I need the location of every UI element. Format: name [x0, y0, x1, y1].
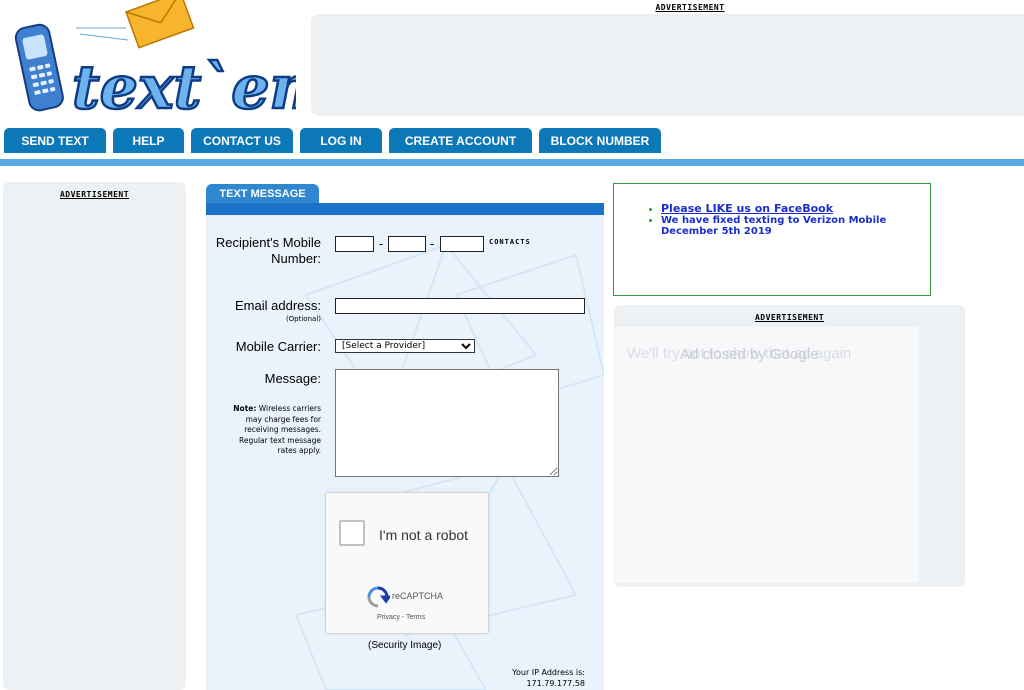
logo-text: text`em	[72, 53, 296, 122]
top-ad-label: ADVERTISEMENT	[655, 3, 725, 12]
nav-create-account[interactable]: CREATE ACCOUNT	[389, 128, 532, 153]
left-ad-label: ADVERTISEMENT	[59, 190, 130, 199]
carrier-select[interactable]: [Select a Provider]	[335, 339, 475, 353]
verizon-fix-text: We have fixed texting to Verizon Mobile …	[661, 215, 887, 237]
recipient-label: Recipient's Mobile Number:	[215, 235, 321, 266]
recaptcha-brand: reCAPTCHA	[392, 591, 444, 601]
area-code-input[interactable]	[335, 236, 374, 252]
carrier-label: Mobile Carrier:	[235, 339, 321, 354]
nav-contact-us[interactable]: CONTACT US	[191, 128, 293, 153]
nav-help[interactable]: HELP	[113, 128, 184, 153]
phone-separator-2: -	[429, 236, 435, 251]
phone-separator-1: -	[378, 236, 384, 251]
site-logo[interactable]: text`em	[6, 0, 334, 124]
security-image-label: (Security Image)	[368, 640, 442, 651]
phone-envelope-logo-icon: text`em	[14, 0, 334, 124]
ad-closed-text: Ad closed by Google	[680, 346, 819, 363]
news-item-verizon: We have fixed texting to Verizon Mobile …	[661, 215, 930, 237]
carrier-fee-note: Note: Wireless carriers may charge fees …	[224, 404, 321, 457]
recaptcha-privacy-terms[interactable]: Privacy - Terms	[377, 614, 425, 621]
news-box: Please LIKE us on FaceBook We have fixed…	[613, 183, 931, 296]
tab-text-message[interactable]: TEXT MESSAGE	[206, 184, 319, 203]
message-textarea[interactable]	[335, 369, 559, 477]
email-optional-note: (Optional)	[285, 315, 321, 323]
nav-log-in[interactable]: LOG IN	[300, 128, 382, 153]
right-ad-label: ADVERTISEMENT	[754, 313, 825, 322]
ip-address-value: 171.79.177.58	[526, 679, 585, 688]
facebook-like-link[interactable]: Please LIKE us on FaceBook	[661, 202, 833, 215]
message-label: Message:	[264, 371, 321, 386]
recaptcha-logo-icon	[367, 586, 390, 608]
top-advertisement[interactable]	[311, 14, 1024, 116]
nav-send-text[interactable]: SEND TEXT	[4, 128, 106, 153]
nav-block-number[interactable]: BLOCK NUMBER	[539, 128, 661, 153]
tab-bar	[206, 203, 604, 215]
ip-address-label: Your IP Address is:	[512, 668, 585, 677]
right-ad-content	[615, 327, 919, 583]
note-bold: Note:	[233, 404, 257, 413]
contacts-link[interactable]: CONTACTS	[489, 238, 531, 246]
news-item-facebook: Please LIKE us on FaceBook	[661, 202, 930, 215]
prefix-input[interactable]	[388, 236, 426, 252]
email-label: Email address:	[235, 298, 321, 313]
recaptcha-widget	[325, 492, 489, 634]
recaptcha-checkbox[interactable]	[339, 520, 365, 546]
email-field[interactable]	[335, 298, 585, 314]
line-number-input[interactable]	[440, 236, 484, 252]
news-list: Please LIKE us on FaceBook We have fixed…	[614, 202, 930, 237]
nav-underline	[0, 159, 1024, 166]
left-advertisement[interactable]	[3, 182, 186, 690]
recaptcha-label: I'm not a robot	[379, 527, 469, 543]
